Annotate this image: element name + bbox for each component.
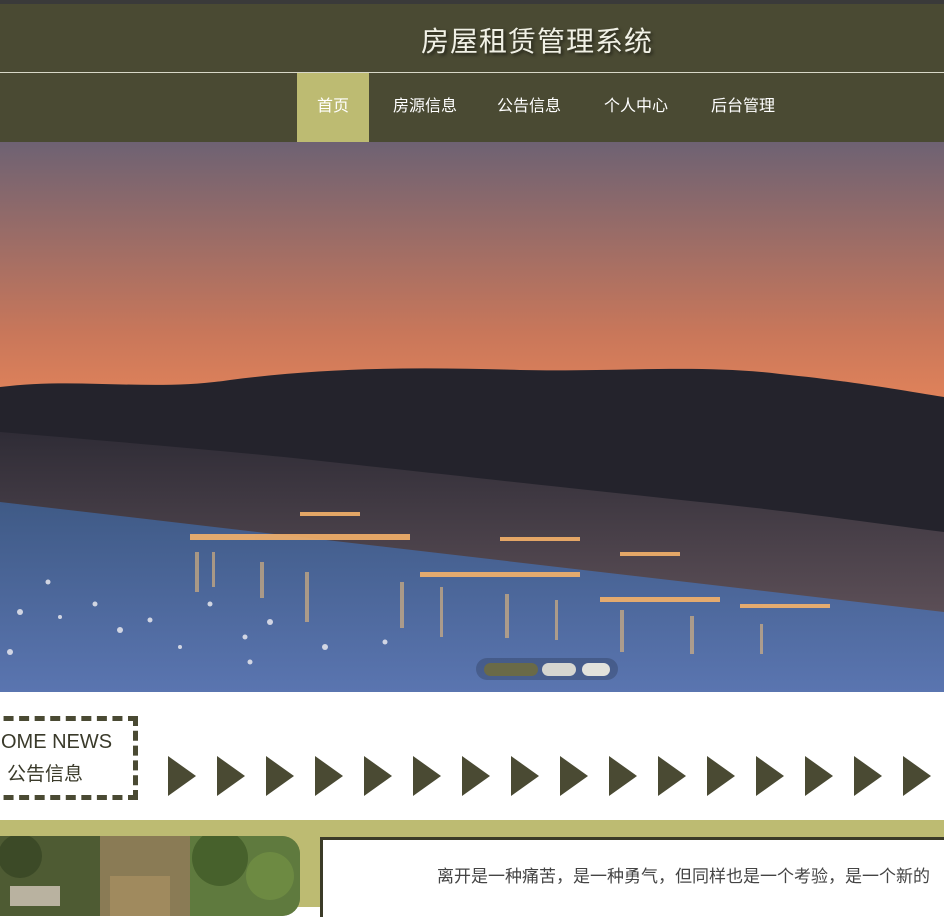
notice-text: 离开是一种痛苦，是一种勇气，但同样也是一个考验，是一个新的	[437, 867, 930, 887]
play-arrow-icon	[266, 756, 294, 796]
notice-photo[interactable]	[0, 836, 300, 916]
nav-item-announcements[interactable]: 公告信息	[486, 73, 572, 142]
play-arrow-icon	[854, 756, 882, 796]
hero-carousel[interactable]	[0, 142, 944, 692]
news-title-cn: 公告信息	[7, 763, 84, 785]
news-title-en: OME NEWS	[1, 731, 113, 753]
news-section: OME NEWS 公告信息	[0, 692, 944, 820]
play-arrow-icon	[903, 756, 931, 796]
play-arrow-icon	[658, 756, 686, 796]
play-arrow-icon	[756, 756, 784, 796]
play-arrow-icon	[707, 756, 735, 796]
play-arrow-icon	[217, 756, 245, 796]
notice-card[interactable]: 离开是一种痛苦，是一种勇气，但同样也是一个考验，是一个新的	[320, 837, 944, 917]
nav-item-listings[interactable]: 房源信息	[382, 73, 468, 142]
notice-section: 离开是一种痛苦，是一种勇气，但同样也是一个考验，是一个新的	[0, 820, 944, 917]
main-nav: 首页 房源信息 公告信息 个人中心 后台管理	[0, 72, 944, 142]
hero-image	[0, 142, 944, 692]
carousel-dot-2[interactable]	[542, 663, 576, 676]
nav-item-user-center[interactable]: 个人中心	[593, 73, 679, 142]
arrow-decoration	[168, 756, 931, 796]
play-arrow-icon	[364, 756, 392, 796]
nav-item-home[interactable]: 首页	[297, 73, 369, 142]
header-bar: 房屋租赁管理系统	[0, 0, 944, 72]
site-title: 房屋租赁管理系统	[420, 25, 653, 58]
play-arrow-icon	[609, 756, 637, 796]
play-arrow-icon	[560, 756, 588, 796]
carousel-indicators	[476, 658, 618, 680]
nav-item-admin[interactable]: 后台管理	[700, 73, 786, 142]
carousel-dot-3[interactable]	[582, 663, 610, 676]
play-arrow-icon	[315, 756, 343, 796]
play-arrow-icon	[462, 756, 490, 796]
play-arrow-icon	[511, 756, 539, 796]
carousel-dot-1[interactable]	[484, 663, 538, 676]
play-arrow-icon	[805, 756, 833, 796]
play-arrow-icon	[168, 756, 196, 796]
news-title-box: OME NEWS 公告信息	[0, 716, 138, 800]
play-arrow-icon	[413, 756, 441, 796]
